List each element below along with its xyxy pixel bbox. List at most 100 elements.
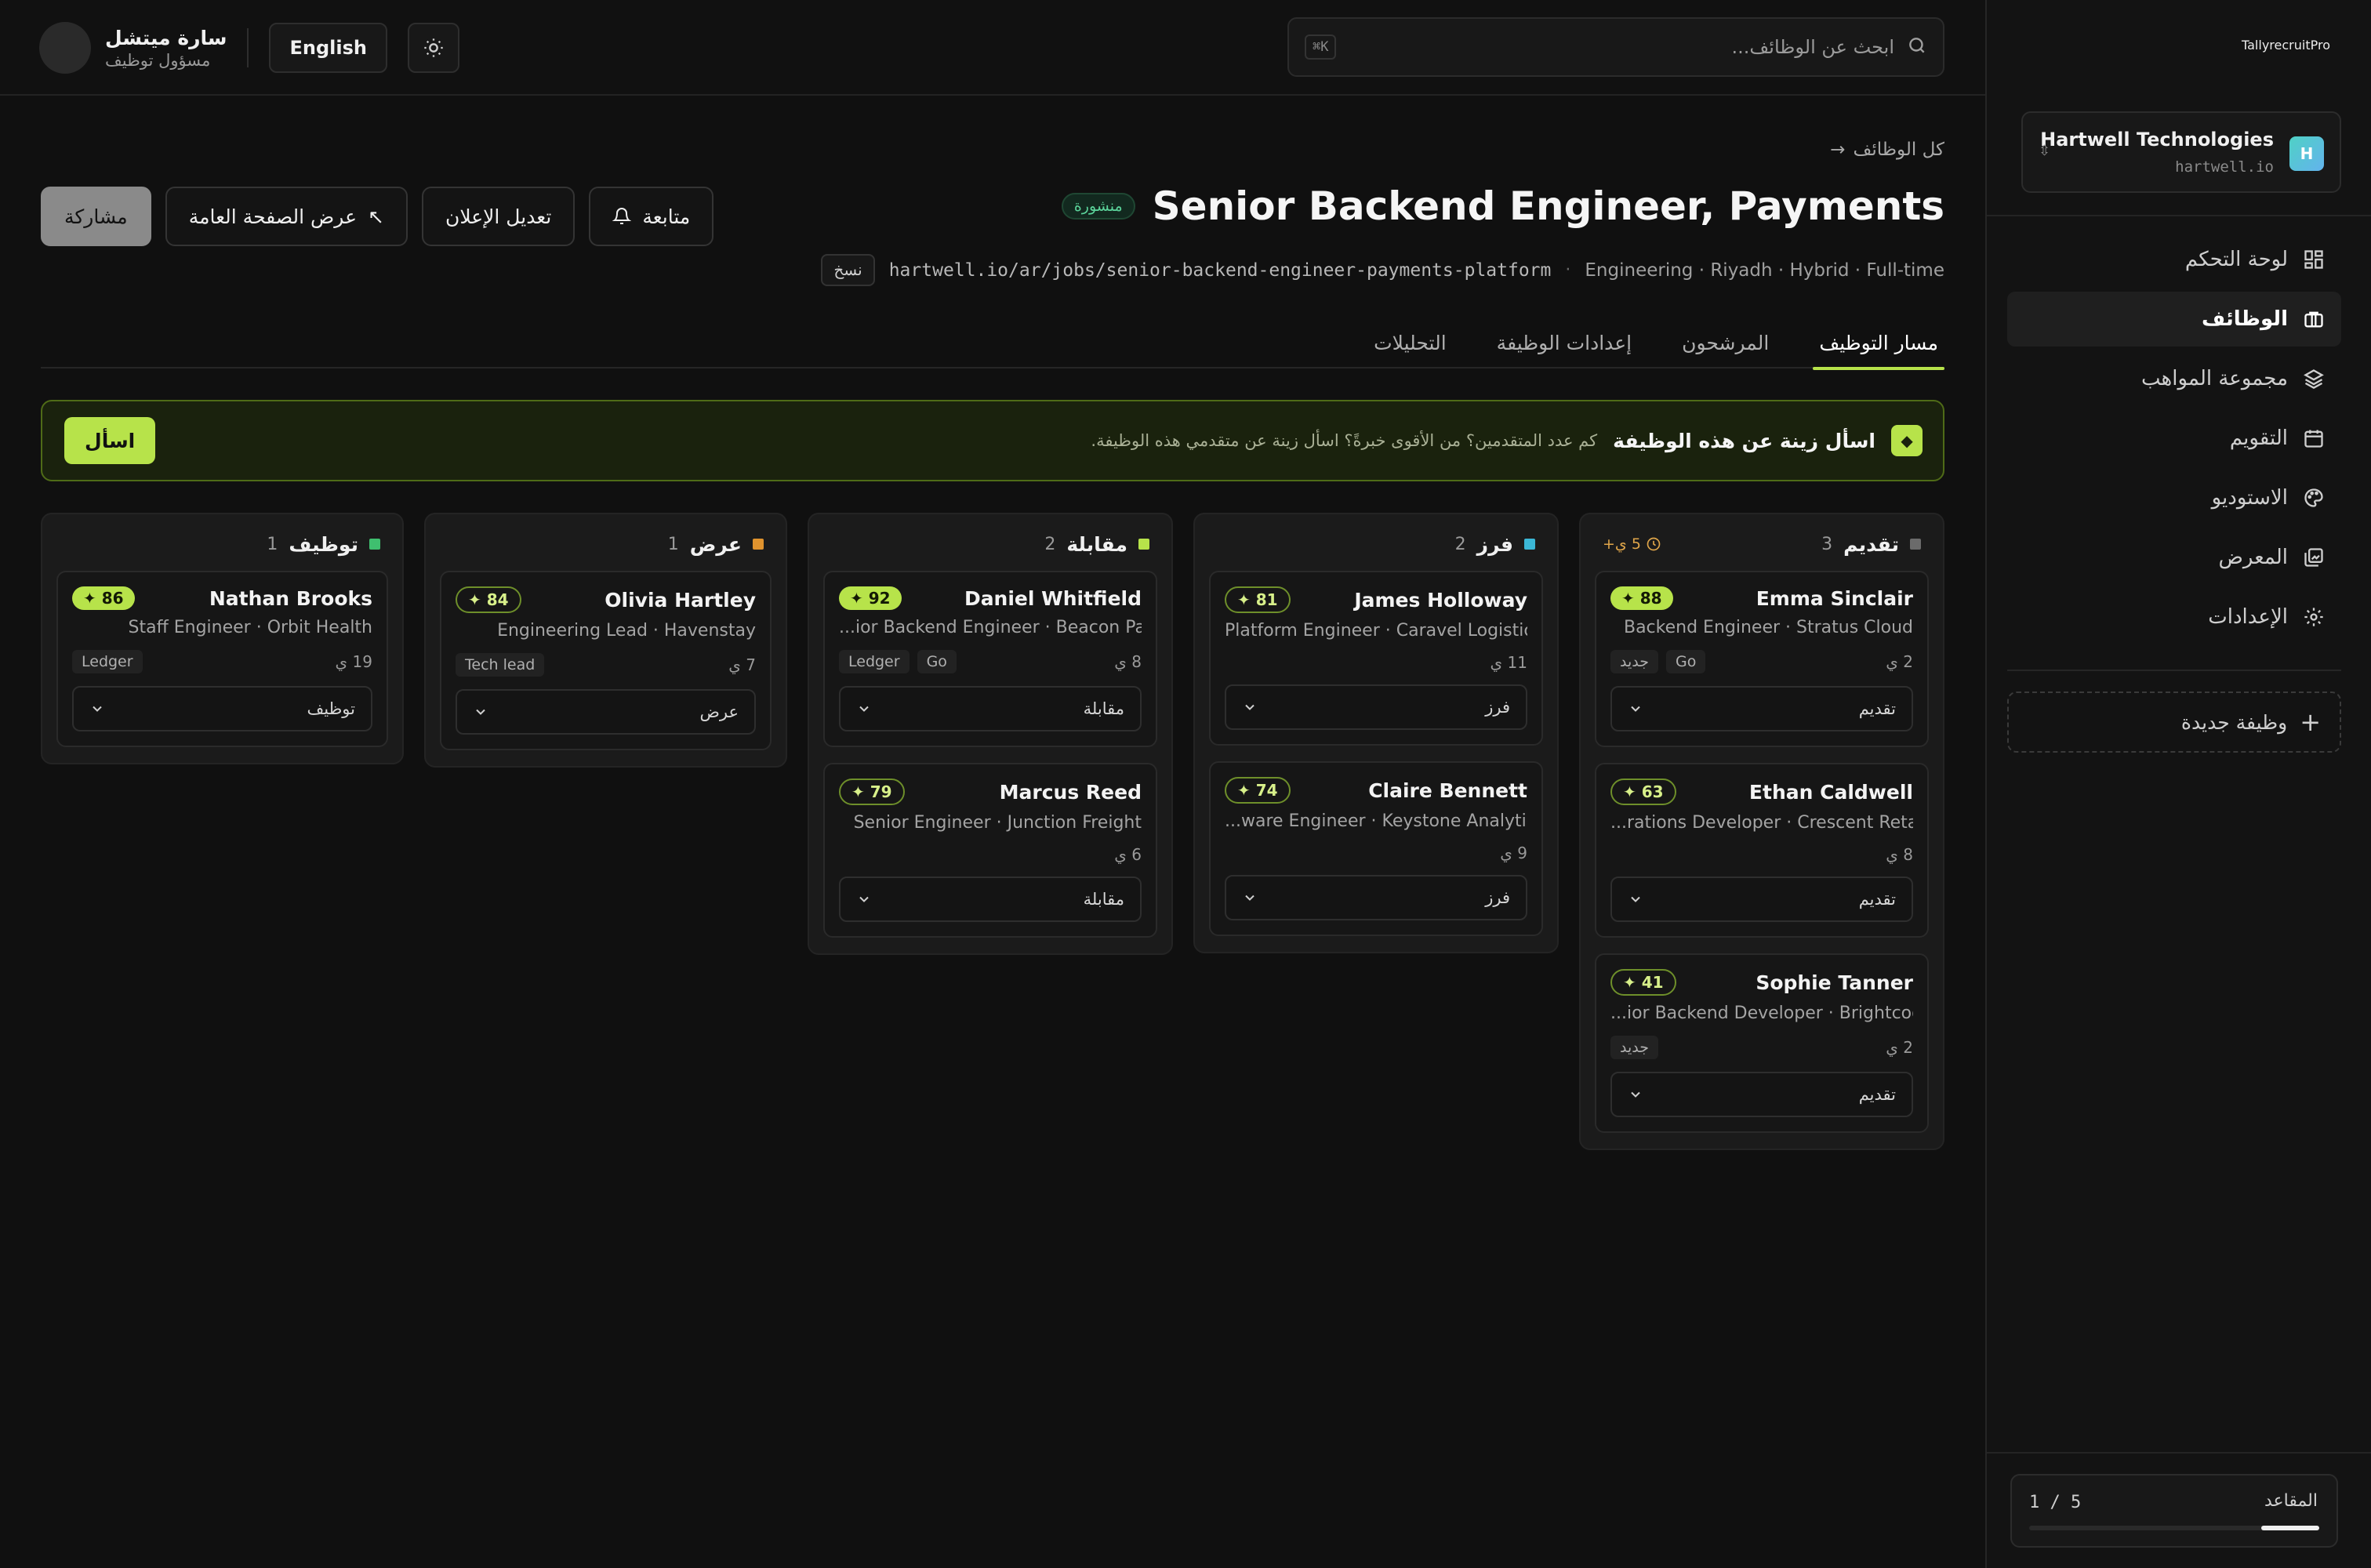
- days-in-stage: 9 ي: [1500, 844, 1527, 862]
- sidebar-item-studio[interactable]: الاستوديو: [2007, 470, 2341, 525]
- top-bar: ⌘K English سارة ميتشل مسؤول توظيف: [0, 0, 1985, 96]
- card-header: Nathan Brooks ✦ 86: [72, 586, 372, 610]
- chevron-up-down-icon: ⇳: [2039, 143, 2051, 159]
- candidate-tag: Ledger: [839, 650, 910, 673]
- stage-select[interactable]: عرض: [456, 689, 756, 735]
- new-job-button[interactable]: + وظيفة جديدة: [2007, 691, 2341, 753]
- stage-select[interactable]: فرز: [1225, 875, 1527, 920]
- tab-job-settings[interactable]: إعدادات الوظيفة: [1490, 317, 1638, 368]
- job-tabs: مسار التوظيف المرشحون إعدادات الوظيفة ال…: [41, 317, 1944, 370]
- sidebar-item-label: التقويم: [2229, 426, 2288, 450]
- calendar-icon: [2302, 426, 2326, 450]
- tab-pipeline[interactable]: مسار التوظيف: [1813, 317, 1944, 370]
- candidate-card[interactable]: Claire Bennett ✦ 74 ...ware Engineer · K…: [1209, 761, 1543, 936]
- brand-part-1: Tally: [2242, 38, 2270, 53]
- user-menu[interactable]: سارة ميتشل مسؤول توظيف: [39, 22, 227, 74]
- edit-posting-button[interactable]: تعديل الإعلان: [421, 187, 576, 246]
- search-box[interactable]: ⌘K: [1287, 17, 1944, 77]
- view-public-page-button[interactable]: ↖ عرض الصفحة العامة: [165, 187, 408, 246]
- topbar-divider: [247, 28, 249, 67]
- stage-select[interactable]: تقديم: [1610, 686, 1913, 731]
- stage-color-dot: [369, 539, 380, 550]
- candidate-card[interactable]: Ethan Caldwell ✦ 63 ...rations Developer…: [1595, 763, 1929, 938]
- days-in-stage: 19 ي: [335, 652, 372, 671]
- match-score-badge: ✦ 63: [1610, 779, 1676, 805]
- clock-icon: [1647, 537, 1661, 551]
- sidebar-item-calendar[interactable]: التقويم: [2007, 411, 2341, 466]
- bell-icon: [612, 208, 632, 224]
- sidebar-item-label: مجموعة المواهب: [2141, 367, 2288, 390]
- sidebar-item-label: الإعدادات: [2208, 605, 2288, 629]
- candidate-name: James Holloway: [1354, 588, 1527, 612]
- card-meta: 8 ي Go Ledger: [839, 650, 1142, 673]
- candidate-tags: Tech lead: [456, 653, 545, 677]
- search-icon: [1907, 35, 1927, 59]
- share-button[interactable]: مشاركة: [41, 187, 151, 246]
- user-name: سارة ميتشل: [105, 26, 227, 49]
- sidebar-item-gallery[interactable]: المعرض: [2007, 530, 2341, 585]
- stage-select[interactable]: تقديم: [1610, 1072, 1913, 1117]
- edit-label: تعديل الإعلان: [445, 205, 552, 228]
- sidebar-item-settings[interactable]: الإعدادات: [2007, 590, 2341, 644]
- match-score: 86: [101, 589, 124, 608]
- days-in-stage: 2 ي: [1886, 1038, 1913, 1057]
- tab-candidates[interactable]: المرشحون: [1676, 317, 1775, 368]
- column-header: فرز 2: [1209, 527, 1543, 561]
- candidate-role: Platform Engineer · Caravel Logistics: [1225, 621, 1527, 641]
- sidebar-item-dashboard[interactable]: لوحة التحكم: [2007, 232, 2341, 287]
- follow-button[interactable]: متابعة: [589, 187, 714, 246]
- sidebar-item-jobs[interactable]: الوظائف: [2007, 292, 2341, 347]
- arrow-icon: →: [1830, 140, 1846, 160]
- breadcrumb-label: كل الوظائف: [1853, 140, 1944, 160]
- stage-select[interactable]: مقابلة: [839, 877, 1142, 922]
- view-public-label: عرض الصفحة العامة: [188, 205, 357, 228]
- ask-ai-button[interactable]: اسأل: [64, 417, 156, 464]
- card-meta: 7 ي Tech lead: [456, 653, 756, 677]
- stage-select[interactable]: تقديم: [1610, 877, 1913, 922]
- ai-assistant-banner: ◆ اسأل زينة عن هذه الوظيفة كم عدد المتقد…: [41, 400, 1944, 481]
- match-score-badge: ✦ 92: [839, 586, 902, 610]
- candidate-card[interactable]: James Holloway ✦ 81 Platform Engineer · …: [1209, 571, 1543, 746]
- match-score: 92: [868, 589, 891, 608]
- chevron-down-icon: [1631, 706, 1640, 712]
- brand-logo[interactable]: Tally recruit Pro: [2242, 38, 2330, 53]
- card-meta: 11 ي: [1225, 653, 1527, 672]
- candidate-card[interactable]: Olivia Hartley ✦ 84 Engineering Lead · H…: [440, 571, 772, 750]
- sidebar-item-talent-pool[interactable]: مجموعة المواهب: [2007, 351, 2341, 406]
- column-header: عرض 1: [440, 527, 772, 561]
- workspace-domain: hartwell.io: [2175, 158, 2274, 176]
- column-count: 1: [267, 534, 278, 554]
- stage-select-value: تقديم: [1858, 1085, 1896, 1104]
- copy-url-button[interactable]: نسخ: [821, 254, 875, 286]
- theme-toggle-button[interactable]: [407, 23, 459, 73]
- sidebar-item-label: لوحة التحكم: [2184, 248, 2288, 271]
- candidate-tags: Ledger: [72, 650, 143, 673]
- tab-analytics[interactable]: التحليلات: [1367, 317, 1453, 368]
- column-title: توظيف: [289, 532, 358, 556]
- candidate-card[interactable]: Nathan Brooks ✦ 86 Staff Engineer · Orbi…: [56, 571, 388, 747]
- candidate-card[interactable]: Sophie Tanner ✦ 41 ...ior Backend Develo…: [1595, 953, 1929, 1133]
- search-input[interactable]: [1336, 36, 1907, 58]
- column-header: تقديم 3 5 ي+: [1595, 527, 1929, 561]
- column-title: تقديم: [1843, 532, 1899, 556]
- language-button[interactable]: English: [269, 23, 387, 73]
- workspace-switcher[interactable]: H Hartwell Technologies hartwell.io ⇳: [2021, 111, 2341, 193]
- candidate-card[interactable]: Emma Sinclair ✦ 88 Backend Engineer · St…: [1595, 571, 1929, 747]
- match-score-badge: ✦ 74: [1225, 777, 1291, 804]
- stage-select[interactable]: توظيف: [72, 686, 372, 731]
- column-title: عرض: [689, 532, 742, 556]
- stage-select[interactable]: فرز: [1225, 684, 1527, 730]
- stage-select[interactable]: مقابلة: [839, 686, 1142, 731]
- candidate-card[interactable]: Daniel Whitfield ✦ 92 ...ior Backend Eng…: [823, 571, 1157, 747]
- workspace-avatar: H: [2289, 136, 2324, 171]
- card-header: Claire Bennett ✦ 74: [1225, 777, 1527, 804]
- card-header: Sophie Tanner ✦ 41: [1610, 969, 1913, 996]
- card-header: James Holloway ✦ 81: [1225, 586, 1527, 613]
- column-title: مقابلة: [1066, 532, 1127, 556]
- breadcrumb[interactable]: كل الوظائف →: [1830, 140, 1944, 160]
- candidate-tags: جديد: [1610, 1036, 1658, 1059]
- job-title-row: Senior Backend Engineer, Payments منشورة: [1061, 183, 1944, 229]
- column-cards: James Holloway ✦ 81 Platform Engineer · …: [1209, 571, 1543, 936]
- candidate-card[interactable]: Marcus Reed ✦ 79 Senior Engineer · Junct…: [823, 763, 1157, 938]
- pipeline-column: مقابلة 2 Daniel Whitfield ✦ 92 ...ior Ba…: [808, 513, 1173, 955]
